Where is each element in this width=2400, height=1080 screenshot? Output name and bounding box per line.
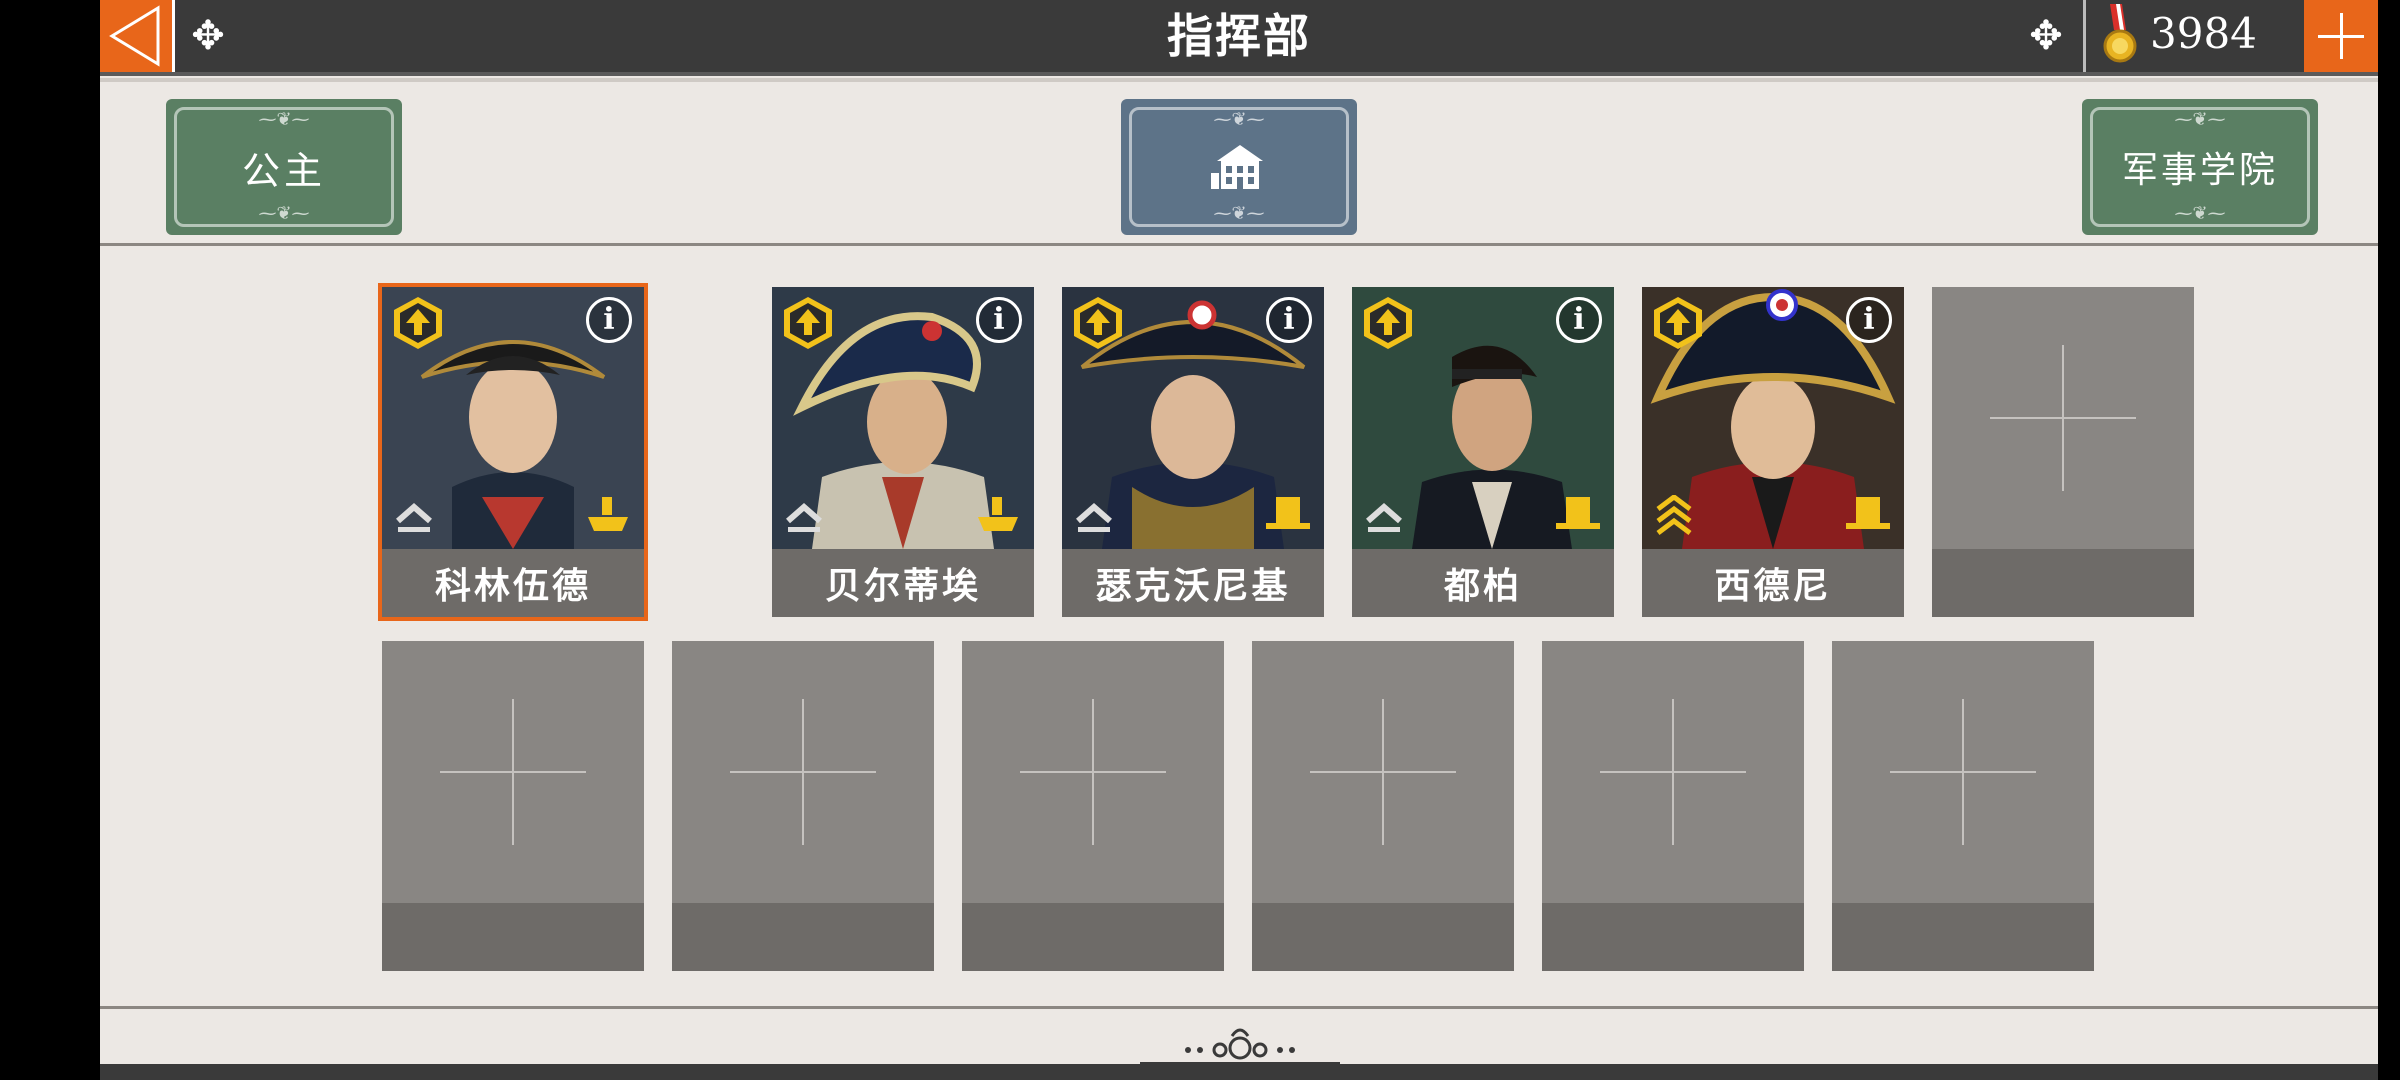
general-card[interactable]: i 瑟克沃尼基 [1062,287,1324,617]
ornament-icon: ⁓❦⁓ [2174,203,2226,224]
rank-single-chevron-icon [396,503,432,532]
empty-slot-bar [1932,549,2194,617]
general-card[interactable]: i 西德尼 [1642,287,1904,617]
empty-general-slot[interactable] [672,641,934,971]
bottom-bar [100,1064,2378,1080]
header-divider [100,243,2378,246]
general-portrait: i [1352,287,1614,549]
navy-ship-icon [588,497,628,531]
empty-general-slot[interactable] [1832,641,2094,971]
empty-slot-bar [962,903,1224,971]
general-portrait: i [382,287,644,549]
empty-slot-panel [962,641,1224,903]
gold-counter: 3984 [2083,0,2304,72]
general-card[interactable]: i 科林伍德 [378,283,648,621]
info-icon[interactable]: i [1846,297,1892,343]
info-icon[interactable]: i [1266,297,1312,343]
general-portrait: i [772,287,1034,549]
empty-slot-bar [672,903,934,971]
upgrade-badge-icon [784,297,832,349]
empty-slot-bar [1542,903,1804,971]
ornament-icon: ⁓❦⁓ [1213,203,1265,224]
fleur-ornament-icon: ✥ [2029,13,2063,59]
general-name: 贝尔蒂埃 [772,549,1034,617]
general-name: 都柏 [1352,549,1614,617]
info-icon[interactable]: i [1556,297,1602,343]
army-hat-icon [1266,497,1310,529]
building-button[interactable]: ⁓❦⁓ ⁓❦⁓ [1121,99,1357,235]
top-bar-divider [100,78,2378,82]
empty-slot-bar [382,903,644,971]
general-name: 科林伍德 [382,549,644,617]
general-card[interactable]: i 都柏 [1352,287,1614,617]
empty-slot-panel [1832,641,2094,903]
command-screen: ✥ 指挥部 ✥ 3984 ⁓❦⁓ 公主 ⁓❦⁓ ⁓❦⁓ ⁓❦⁓ ⁓❦⁓ 军事学院… [100,0,2378,1080]
top-bar: ✥ 指挥部 ✥ 3984 [100,0,2378,76]
army-hat-icon [1556,497,1600,529]
empty-general-slot[interactable] [1542,641,1804,971]
upgrade-badge-icon [394,297,442,349]
empty-slot-panel [1932,287,2194,549]
empty-slot-bar [1832,903,2094,971]
empty-general-slot[interactable] [382,641,644,971]
general-name: 瑟克沃尼基 [1062,549,1324,617]
general-name: 西德尼 [1642,549,1904,617]
upgrade-badge-icon [1654,297,1702,349]
scroll-ornament-icon [1140,1028,1340,1066]
empty-slot-panel [1542,641,1804,903]
empty-general-slot[interactable] [1252,641,1514,971]
general-card[interactable]: i 贝尔蒂埃 [772,287,1034,617]
princess-button[interactable]: ⁓❦⁓ 公主 ⁓❦⁓ [166,99,402,235]
general-portrait: i [1062,287,1324,549]
add-gold-button[interactable] [2304,0,2378,72]
empty-slot-bar [1252,903,1514,971]
info-icon[interactable]: i [586,297,632,343]
empty-slot-panel [382,641,644,903]
gold-amount: 3984 [2150,9,2257,58]
footer-divider [100,1006,2378,1009]
military-academy-button[interactable]: ⁓❦⁓ 军事学院 ⁓❦⁓ [2082,99,2318,235]
general-portrait: i [1642,287,1904,549]
ornament-icon: ⁓❦⁓ [1213,109,1265,130]
rank-single-chevron-icon [1076,503,1112,532]
empty-general-slot[interactable] [962,641,1224,971]
upgrade-badge-icon [1074,297,1122,349]
army-hat-icon [1846,497,1890,529]
upgrade-badge-icon [1364,297,1412,349]
empty-slot-panel [1252,641,1514,903]
empty-general-slot[interactable] [1932,287,2194,617]
rank-single-chevron-icon [1366,503,1402,532]
building-icon [1211,145,1263,189]
ornament-icon: ⁓❦⁓ [258,203,310,224]
navy-ship-icon [978,497,1018,531]
rank-single-chevron-icon [786,503,822,532]
info-icon[interactable]: i [976,297,1022,343]
empty-slot-panel [672,641,934,903]
rank-triple-chevron-icon [1656,495,1692,535]
gold-medal-icon [2103,4,2137,63]
